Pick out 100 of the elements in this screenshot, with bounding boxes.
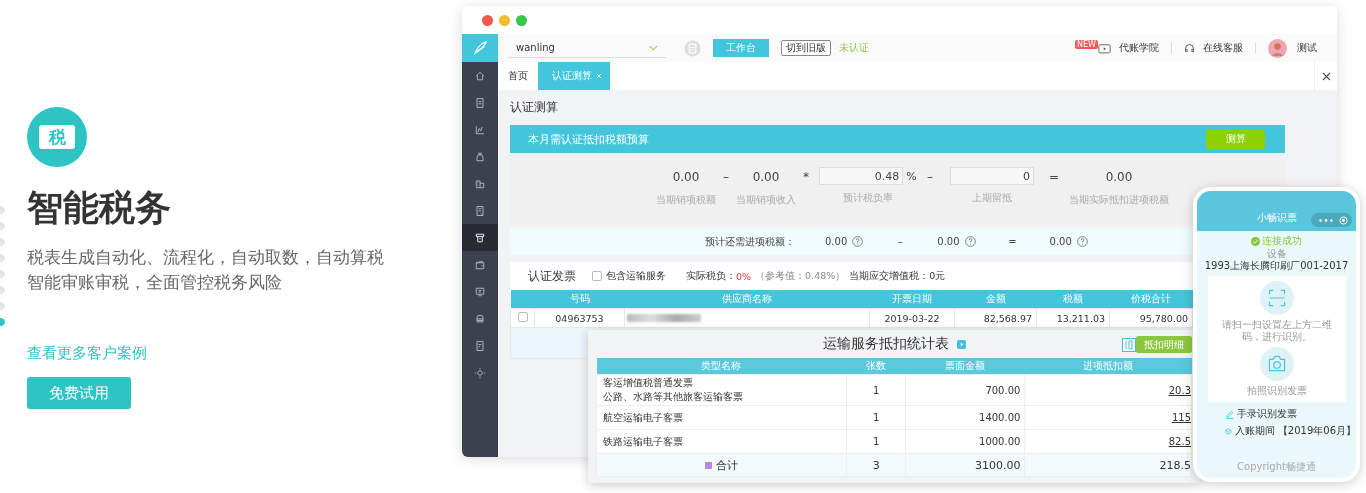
wallet-icon — [474, 258, 486, 271]
new-badge: NEW — [1075, 40, 1098, 49]
column-header: 类型名称 — [596, 358, 847, 375]
camera-icon[interactable] — [1259, 347, 1294, 381]
formula-label: 预计税负率 — [843, 191, 893, 205]
operator: – — [896, 236, 904, 247]
document-icon — [474, 96, 486, 109]
old-version-button[interactable]: 切到旧版 — [781, 40, 831, 56]
layout-icon[interactable] — [1122, 338, 1136, 352]
section-title: 认证发票 — [528, 267, 576, 285]
building-icon — [474, 177, 486, 190]
notes-icon[interactable] — [684, 39, 701, 57]
table-cell: 95,780.00 — [1109, 308, 1193, 328]
dialog-title: 运输服务抵扣统计表 — [822, 335, 949, 353]
table-cell: 13,211.03 — [1036, 308, 1110, 328]
tax-burden-value: 0% — [736, 270, 752, 282]
tv-icon — [1098, 42, 1111, 54]
table-cell-text: 航空运输电子客票 — [603, 410, 684, 425]
screen-icon — [474, 285, 486, 298]
checkbox[interactable] — [517, 312, 528, 322]
maximize-window-icon[interactable] — [516, 14, 527, 26]
table-cell: 1 — [846, 374, 906, 406]
checkbox[interactable] — [592, 271, 602, 281]
estimate-value: 0.00 — [1049, 236, 1072, 247]
formula-value: 0.00 — [672, 169, 700, 186]
hero-description: 税表生成自动化、流程化，自动取数，自动算税 — [27, 246, 384, 269]
check-icon — [1251, 236, 1260, 246]
document-icon — [474, 339, 486, 352]
company-select[interactable]: wanling — [508, 38, 666, 58]
estimate-label: 预计还需进项税额： — [705, 234, 795, 249]
hero-title: 智能税务 — [27, 186, 171, 230]
help-icon[interactable] — [852, 236, 864, 247]
table-cell: 3100.00 — [905, 453, 1025, 477]
copyright: Copyright畅捷通 — [1237, 460, 1316, 474]
photo-caption: 拍照识别发票 — [1246, 385, 1307, 397]
help-icon[interactable] — [1076, 236, 1088, 247]
tax-burden-label: 实际税负： — [686, 269, 736, 283]
table-cell[interactable]: 82.5 — [1168, 436, 1191, 447]
unit: % — [906, 169, 917, 183]
vat-payable: 当期应交增值税：0元 — [849, 269, 946, 283]
support-link[interactable]: 在线客服 — [1203, 41, 1243, 55]
app-title: 小畅识票 — [1256, 211, 1297, 225]
operator: * — [802, 169, 810, 186]
table-cell[interactable]: 20.3 — [1168, 384, 1191, 396]
feather-icon — [471, 39, 489, 57]
table-cell[interactable]: 115 — [1171, 412, 1191, 423]
column-header: 进项抵扣额 — [1024, 358, 1192, 375]
capsule-menu[interactable] — [1311, 213, 1352, 227]
academy-link[interactable]: 代账学院 — [1119, 41, 1159, 55]
sum-icon — [704, 461, 712, 469]
stack-icon — [474, 312, 486, 325]
help-icon[interactable] — [964, 236, 976, 247]
column-header: 开票日期 — [869, 290, 955, 309]
column-header: 价税合计 — [1109, 290, 1193, 309]
formula-value: 0.00 — [752, 169, 780, 186]
table-cell-text: 客运增值税普通发票 — [603, 376, 694, 390]
close-icon[interactable] — [1321, 71, 1331, 81]
table-cell: 700.00 — [905, 374, 1025, 406]
chevron-down-icon — [649, 44, 658, 51]
reference-value: （参考值：0.48%） — [755, 269, 846, 283]
estimate-value: 0.00 — [937, 236, 960, 247]
panel-title: 本月需认证抵扣税额预算 — [528, 131, 649, 147]
hero-description: 智能审账审税，全面管控税务风险 — [27, 271, 283, 294]
table-cell: 2019-03-22 — [869, 308, 955, 328]
column-header: 供应商名称 — [624, 290, 870, 309]
input-field[interactable]: 0 — [950, 167, 1034, 185]
table-cell: 04963753 — [534, 308, 625, 328]
target-icon — [1339, 215, 1348, 225]
headset-icon — [1184, 42, 1195, 54]
home-icon — [474, 69, 486, 82]
cube-icon — [1225, 426, 1232, 436]
avatar[interactable] — [1268, 38, 1287, 58]
column-header: 税额 — [1036, 290, 1110, 309]
video-icon[interactable] — [956, 339, 966, 349]
scan-icon[interactable] — [1259, 281, 1294, 315]
column-header: 号码 — [534, 290, 625, 309]
manual-entry-link[interactable]: 手录识别发票 — [1237, 407, 1297, 421]
column-header: 张数 — [846, 358, 906, 375]
table-cell: 1000.00 — [905, 429, 1025, 454]
device-label: 设备 — [1266, 248, 1287, 260]
operator: = — [1047, 169, 1061, 186]
table-cell: 1400.00 — [905, 405, 1025, 430]
input-field[interactable]: 0.48 — [819, 167, 904, 185]
tab[interactable]: 首页 — [498, 62, 538, 90]
close-window-icon[interactable] — [482, 14, 493, 26]
document-icon — [474, 204, 486, 217]
connection-status: 连接成功 — [1262, 234, 1302, 248]
sidebar-item[interactable] — [462, 224, 498, 251]
page-title: 认证测算 — [510, 99, 559, 116]
printer-icon — [474, 231, 486, 244]
table-cell: 82,568.97 — [954, 308, 1037, 328]
table-cell-text: 铁路运输电子客票 — [603, 434, 684, 449]
operator: = — [1007, 236, 1018, 247]
accounting-period: 入账期间 【2019年06月】 — [1234, 424, 1356, 438]
minimize-window-icon[interactable] — [499, 14, 510, 26]
formula-value: 0.00 — [1105, 169, 1133, 186]
verification-status: 未认证 — [839, 41, 869, 55]
table-cell-text: 公路、水路等其他旅客运输客票 — [603, 390, 744, 404]
column-header: 票面金额 — [905, 358, 1025, 375]
gear-icon — [474, 366, 486, 379]
